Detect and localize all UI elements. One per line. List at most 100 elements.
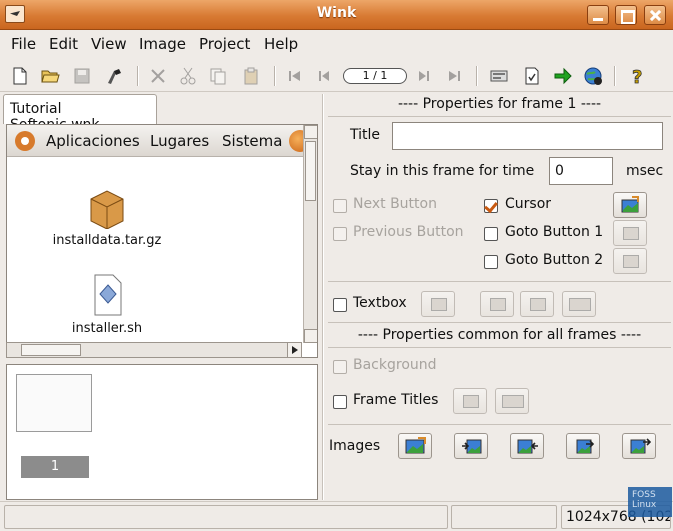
image-apply-icon xyxy=(630,438,651,454)
toolbar-separator xyxy=(476,66,478,86)
next-button-checkbox[interactable] xyxy=(333,199,347,213)
frame-settings-icon[interactable] xyxy=(489,66,509,86)
section-divider xyxy=(328,424,671,425)
images-export-button[interactable] xyxy=(510,433,544,459)
picture-icon xyxy=(405,437,426,454)
scroll-thumb[interactable] xyxy=(21,344,81,356)
captured-menu-aplicaciones: Aplicaciones xyxy=(46,132,140,150)
background-label: Background xyxy=(353,357,437,373)
svg-text:?: ? xyxy=(632,67,642,86)
menu-edit[interactable]: Edit xyxy=(49,35,78,53)
goto-button-1-checkbox[interactable] xyxy=(484,227,498,241)
foss-linux-watermark: FOSS Linux xyxy=(628,487,672,517)
previous-frame-icon[interactable] xyxy=(314,66,334,86)
image-placeholder-icon xyxy=(530,298,546,311)
desktop-icon-label: installdata.tar.gz xyxy=(52,233,162,248)
images-import-button[interactable] xyxy=(454,433,488,459)
frame-counter[interactable]: 1 / 1 xyxy=(343,68,407,84)
msec-label: msec xyxy=(626,163,664,179)
frame-titles-style-button[interactable] xyxy=(453,388,487,414)
background-checkbox[interactable] xyxy=(333,360,347,374)
scroll-up-arrow-icon[interactable] xyxy=(304,125,317,139)
image-placeholder-icon xyxy=(623,255,639,268)
frame-viewer[interactable]: Aplicaciones Lugares Sistema installdata… xyxy=(6,124,318,358)
preview-globe-icon[interactable] xyxy=(583,66,603,86)
images-apply-all-button[interactable] xyxy=(622,433,656,459)
paste-icon[interactable] xyxy=(241,66,261,86)
goto-button-2-checkbox[interactable] xyxy=(484,255,498,269)
ubuntu-logo-icon xyxy=(15,131,35,151)
first-frame-icon[interactable] xyxy=(285,66,305,86)
captured-gnome-panel: Aplicaciones Lugares Sistema xyxy=(7,125,311,157)
help-icon[interactable]: ? xyxy=(627,66,647,86)
cursor-settings-button[interactable] xyxy=(613,192,647,218)
image-placeholder-icon xyxy=(502,395,524,408)
textbox-style-button[interactable] xyxy=(421,291,455,317)
frame-number-label: 1 xyxy=(21,456,89,478)
menu-project[interactable]: Project xyxy=(199,35,250,53)
maximize-button[interactable] xyxy=(615,5,637,25)
save-icon[interactable] xyxy=(72,66,92,86)
images-label: Images xyxy=(329,438,381,454)
frame-titles-font-button[interactable] xyxy=(495,388,529,414)
copy-icon[interactable] xyxy=(208,66,228,86)
document-check-icon[interactable] xyxy=(522,66,542,86)
render-arrow-icon[interactable] xyxy=(553,66,573,86)
textbox-font-button[interactable] xyxy=(562,291,596,317)
menu-image[interactable]: Image xyxy=(139,35,186,53)
capture-icon[interactable] xyxy=(104,66,124,86)
stay-time-input[interactable]: 0 xyxy=(549,157,613,185)
previous-button-checkbox[interactable] xyxy=(333,227,347,241)
images-replace-button[interactable] xyxy=(566,433,600,459)
scroll-right-arrow-icon[interactable] xyxy=(287,343,301,357)
goto-button-1-settings-button[interactable] xyxy=(613,220,647,246)
cursor-label: Cursor xyxy=(505,196,552,212)
cursor-checkbox[interactable] xyxy=(484,199,498,213)
scroll-down-arrow-icon[interactable] xyxy=(304,329,317,343)
tab-tutorial-softonic[interactable]: Tutorial Softonic.wnk xyxy=(3,94,157,133)
menu-view[interactable]: View xyxy=(91,35,127,53)
toolbar: 1 / 1 ? xyxy=(0,58,673,92)
viewer-horizontal-scrollbar[interactable] xyxy=(6,342,302,358)
image-replace-icon xyxy=(576,439,595,454)
title-label: Title xyxy=(350,127,381,143)
title-bar: Wink xyxy=(0,0,673,30)
section-divider xyxy=(328,322,671,323)
minimize-button[interactable] xyxy=(587,5,609,25)
frame-thumbnails-panel: 1 xyxy=(6,364,318,500)
textbox-balloon-button[interactable] xyxy=(480,291,514,317)
window-title: Wink xyxy=(316,5,357,21)
script-file-icon xyxy=(94,274,122,316)
frame-thumbnail[interactable] xyxy=(16,374,92,432)
menu-bar: File Edit View Image Project Help xyxy=(0,31,673,57)
close-button[interactable] xyxy=(644,5,666,25)
desktop-icon-installer: installer.sh xyxy=(47,273,167,336)
cursor-image-icon xyxy=(621,196,639,213)
images-picture-button[interactable] xyxy=(398,433,432,459)
viewer-vertical-scrollbar[interactable] xyxy=(303,125,317,343)
textbox-checkbox[interactable] xyxy=(333,298,347,312)
title-input[interactable] xyxy=(392,122,663,150)
status-bar: 1024x768 (102 xyxy=(0,501,673,531)
menu-file[interactable]: File xyxy=(11,35,36,53)
cut-icon[interactable] xyxy=(178,66,198,86)
pane-divider[interactable] xyxy=(322,94,324,500)
open-folder-icon[interactable] xyxy=(40,66,60,86)
frame-titles-checkbox[interactable] xyxy=(333,395,347,409)
goto-button-2-label: Goto Button 2 xyxy=(505,252,604,268)
textbox-color-button[interactable] xyxy=(520,291,554,317)
frame-titles-label: Frame Titles xyxy=(353,392,439,408)
desktop-icon-label: installer.sh xyxy=(71,321,143,336)
previous-button-label: Previous Button xyxy=(353,224,464,240)
image-export-icon xyxy=(517,439,538,454)
textbox-label: Textbox xyxy=(353,295,407,311)
menu-help[interactable]: Help xyxy=(264,35,298,53)
last-frame-icon[interactable] xyxy=(444,66,464,86)
captured-menu-sistema: Sistema xyxy=(222,132,283,150)
next-frame-icon[interactable] xyxy=(414,66,434,86)
delete-icon[interactable] xyxy=(148,66,168,86)
goto-button-2-settings-button[interactable] xyxy=(613,248,647,274)
scroll-thumb[interactable] xyxy=(305,141,316,201)
toolbar-separator xyxy=(614,66,616,86)
new-file-icon[interactable] xyxy=(10,66,30,86)
